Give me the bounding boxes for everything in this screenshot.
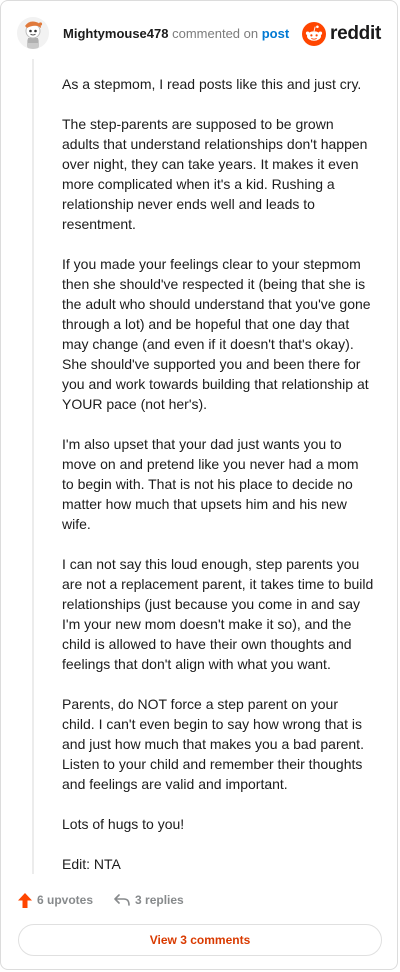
reddit-logo[interactable]: reddit (302, 22, 381, 46)
reply-arrow-icon (114, 894, 130, 906)
comment-actions: 6 upvotes 3 replies (17, 889, 184, 911)
upvote-arrow-icon (18, 892, 32, 908)
byline-action-text: commented on (172, 26, 259, 41)
reply-count: 3 replies (135, 893, 184, 907)
comment-body: As a stepmom, I read posts like this and… (62, 74, 374, 874)
reddit-snoo-icon (302, 22, 327, 46)
comment-paragraph: If you made your feelings clear to your … (62, 256, 371, 412)
comment-paragraph: I can not say this loud enough, step par… (62, 556, 374, 672)
upvote-count: 6 upvotes (37, 893, 94, 907)
comment-paragraph: As a stepmom, I read posts like this and… (62, 76, 362, 92)
comment-paragraph: The step-parents are supposed to be grow… (62, 116, 368, 232)
upvote-button[interactable]: 6 upvotes (17, 892, 93, 909)
username-link[interactable]: Mightymouse478 (63, 26, 168, 41)
comment-paragraph: Lots of hugs to you! (62, 816, 185, 832)
view-comments-label: View 3 comments (149, 933, 251, 947)
thread-line[interactable] (32, 59, 34, 874)
comment-card: Mightymouse478 commented on post reddit … (0, 0, 398, 970)
comment-header: Mightymouse478 commented on post reddit (17, 17, 381, 51)
snoo-avatar-icon (17, 17, 49, 49)
comment-byline: Mightymouse478 commented on post (63, 26, 289, 42)
comment-paragraph: Parents, do NOT force a step parent on y… (62, 696, 364, 792)
post-link[interactable]: post (262, 26, 289, 41)
reddit-wordmark: reddit (330, 23, 381, 44)
comment-paragraph: I'm also upset that your dad just wants … (62, 436, 359, 532)
replies-button[interactable]: 3 replies (113, 893, 184, 907)
view-comments-button[interactable]: View 3 comments (18, 924, 382, 956)
comment-paragraph: Edit: NTA (62, 856, 121, 872)
user-avatar[interactable] (17, 17, 49, 49)
